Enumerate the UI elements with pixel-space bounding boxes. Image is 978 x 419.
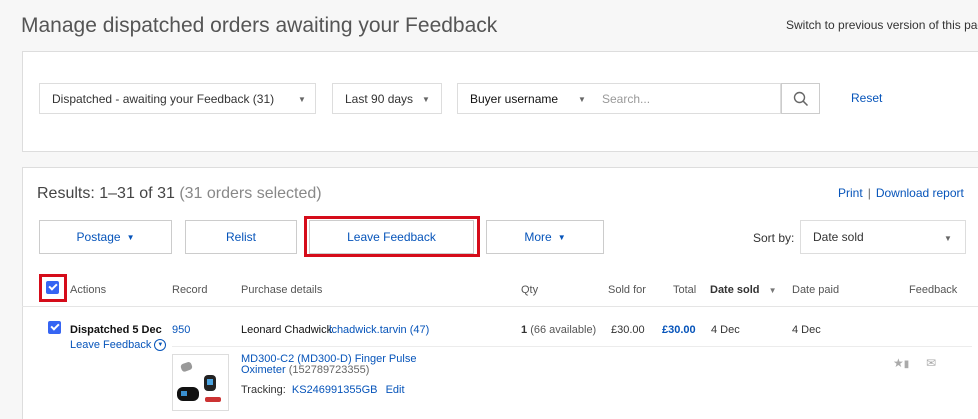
reset-link[interactable]: Reset xyxy=(851,91,882,105)
search-input[interactable]: Search... xyxy=(593,83,781,114)
period-filter-dropdown[interactable]: Last 90 days ▼ xyxy=(332,83,442,114)
col-date-sold-label: Date sold xyxy=(710,284,760,296)
chevron-down-icon: ▼ xyxy=(578,95,586,104)
chevron-down-icon: ▼ xyxy=(126,232,135,242)
col-qty: Qty xyxy=(521,284,539,296)
switch-version-link[interactable]: Switch to previous version of this page xyxy=(786,18,978,32)
row-checkbox[interactable] xyxy=(48,321,61,334)
postage-label: Postage xyxy=(76,230,121,244)
col-date-paid: Date paid xyxy=(792,284,840,296)
buyer-name: Leonard Chadwick xyxy=(241,324,333,336)
period-filter-value: Last 90 days xyxy=(345,91,414,106)
item-title-link[interactable]: MD300-C2 (MD300-D) Finger Pulse Oximeter… xyxy=(241,354,416,376)
selected-count: (31 orders selected) xyxy=(179,185,322,202)
status-filter-dropdown[interactable]: Dispatched - awaiting your Feedback (31)… xyxy=(39,83,316,114)
col-feedback: Feedback xyxy=(909,284,958,296)
results-count: Results: 1–31 of 31 xyxy=(37,185,175,202)
search-type-dropdown[interactable]: Buyer username ▼ xyxy=(457,83,594,114)
item-thumbnail[interactable] xyxy=(172,354,229,411)
relist-button[interactable]: Relist xyxy=(185,220,297,254)
chevron-down-icon: ▼ xyxy=(557,232,566,242)
leave-feedback-button[interactable]: Leave Feedback xyxy=(309,220,474,254)
col-sold-for: Sold for xyxy=(608,284,646,296)
sort-desc-icon: ▼ xyxy=(768,286,777,295)
more-label: More xyxy=(524,230,552,244)
chevron-down-icon: ▼ xyxy=(298,95,306,104)
more-button[interactable]: More ▼ xyxy=(486,220,604,254)
page-title: Manage dispatched orders awaiting your F… xyxy=(21,14,498,37)
chevron-down-icon: ▼ xyxy=(422,95,430,104)
sold-for-value: £30.00 xyxy=(611,324,645,336)
header-divider xyxy=(22,306,978,307)
star-feedback-icon[interactable]: ★▮ xyxy=(893,356,909,370)
search-type-value: Buyer username xyxy=(470,91,559,106)
qty-available: (66 available) xyxy=(530,324,597,336)
download-report-link[interactable]: Download report xyxy=(876,186,964,200)
postage-button[interactable]: Postage ▼ xyxy=(39,220,172,254)
relist-label: Relist xyxy=(225,230,256,244)
row-leave-feedback-link[interactable]: Leave Feedback ▼ xyxy=(70,339,167,351)
chevron-down-icon[interactable]: ▼ xyxy=(154,339,167,351)
search-icon xyxy=(793,91,808,106)
pulse-oximeter-image-icon xyxy=(177,362,221,402)
tracking-label: Tracking: xyxy=(241,384,286,396)
record-link[interactable]: 950 xyxy=(172,324,190,336)
sort-value: Date sold xyxy=(813,230,864,244)
leave-feedback-label: Leave Feedback xyxy=(347,230,436,244)
item-id: (152789723355) xyxy=(288,364,370,376)
item-title-line2: Oximeter xyxy=(241,364,286,376)
message-icon[interactable]: ✉ xyxy=(926,356,936,370)
col-actions: Actions xyxy=(70,284,107,296)
qty-value: 1 xyxy=(521,324,528,336)
report-links: Print | Download report xyxy=(838,186,964,200)
col-total: Total xyxy=(673,284,697,296)
qty-cell: 1 (66 available) xyxy=(521,324,596,336)
date-paid-value: 4 Dec xyxy=(792,324,821,336)
total-value[interactable]: £30.00 xyxy=(662,324,696,336)
search-button[interactable] xyxy=(781,83,820,114)
col-date-sold[interactable]: Date sold ▼ xyxy=(710,284,777,296)
select-all-checkbox[interactable] xyxy=(46,281,59,294)
tracking-number-link[interactable]: KS246991355GB xyxy=(292,384,378,396)
row-inner-divider xyxy=(172,346,972,347)
link-separator: | xyxy=(867,186,871,200)
sort-dropdown[interactable]: Date sold ▼ xyxy=(800,220,966,254)
col-record: Record xyxy=(172,284,208,296)
sort-by-label: Sort by: xyxy=(753,231,795,245)
order-status: Dispatched 5 Dec xyxy=(70,324,162,336)
row-leave-feedback-label: Leave Feedback xyxy=(70,339,152,351)
results-summary: Results: 1–31 of 31 (31 orders selected) xyxy=(37,185,322,203)
col-purchase-details: Purchase details xyxy=(241,284,323,296)
tracking-row: Tracking: KS246991355GB Edit xyxy=(241,384,405,396)
search-placeholder: Search... xyxy=(602,91,651,106)
chevron-down-icon: ▼ xyxy=(944,234,952,243)
edit-tracking-link[interactable]: Edit xyxy=(386,384,405,396)
buyer-username-link[interactable]: lchadwick.tarvin (47) xyxy=(329,324,429,336)
status-filter-value: Dispatched - awaiting your Feedback (31) xyxy=(52,91,275,106)
print-link[interactable]: Print xyxy=(838,186,863,200)
date-sold-value: 4 Dec xyxy=(711,324,740,336)
